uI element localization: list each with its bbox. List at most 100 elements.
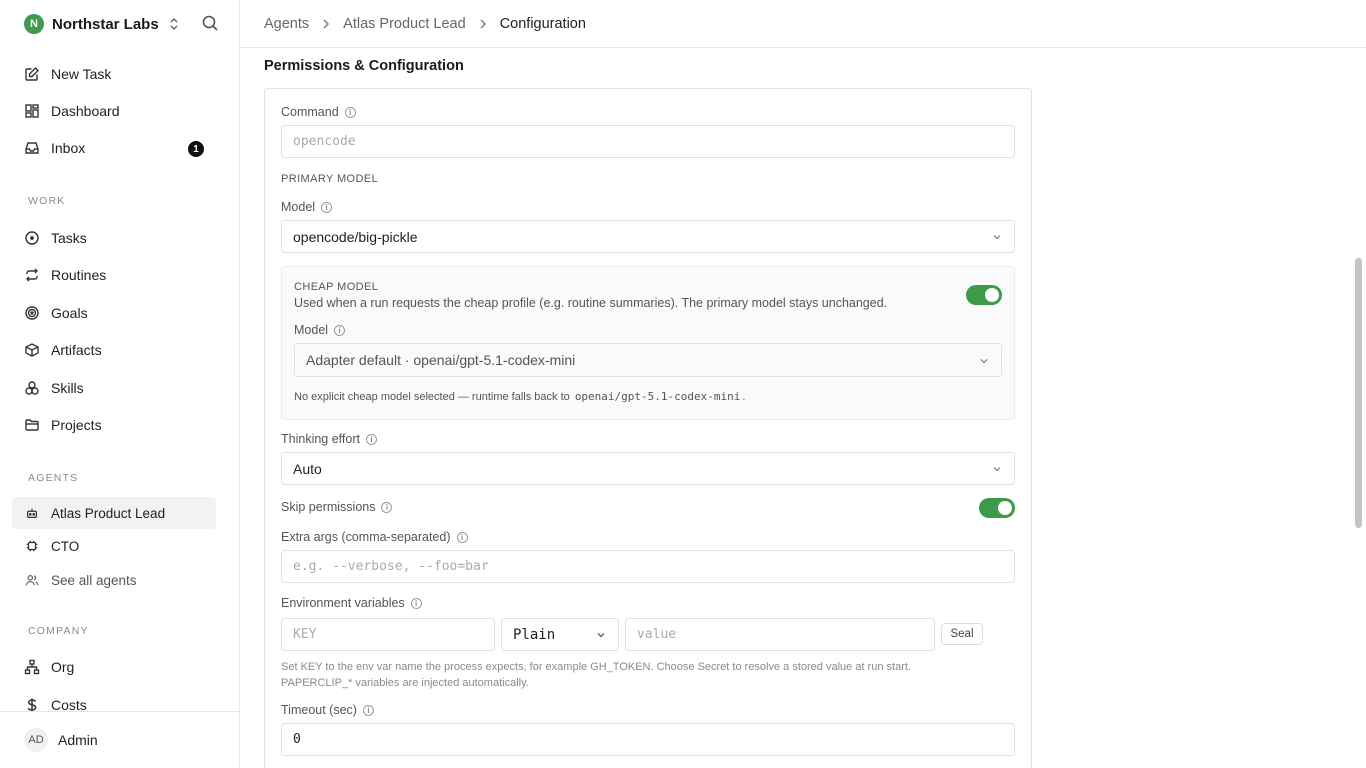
- extra-args-input[interactable]: e.g. --verbose, --foo=bar: [281, 550, 1015, 583]
- cheap-model-select[interactable]: Adapter default · openai/gpt-5.1-codex-m…: [294, 343, 1002, 377]
- nav-agent-cto[interactable]: CTO: [12, 530, 216, 562]
- workspace-logo: N: [24, 14, 44, 34]
- chevron-right-icon: [478, 19, 488, 29]
- breadcrumb-agent[interactable]: Atlas Product Lead: [343, 16, 466, 32]
- nav-tasks[interactable]: Tasks: [12, 222, 216, 254]
- sidebar: N Northstar Labs New Task Dashboard Inbo…: [0, 0, 240, 768]
- nav-label: Atlas Product Lead: [51, 505, 166, 521]
- nav-dashboard[interactable]: Dashboard: [12, 95, 216, 127]
- circle-dot-icon: [24, 230, 40, 246]
- chevrons-up-down-icon: [168, 17, 180, 31]
- chevron-down-icon: [992, 232, 1002, 242]
- nav-see-all-agents[interactable]: See all agents: [12, 564, 216, 596]
- bot-icon: [24, 505, 40, 521]
- seal-button[interactable]: Seal: [941, 623, 983, 645]
- model-select[interactable]: opencode/big-pickle: [281, 220, 1015, 253]
- env-vars-label-text: Environment variables: [281, 596, 405, 610]
- breadcrumb-current: Configuration: [499, 15, 586, 32]
- thinking-effort-label-text: Thinking effort: [281, 432, 360, 446]
- env-vars-label: Environment variables i: [281, 596, 422, 610]
- model-label-text: Model: [281, 200, 316, 214]
- timeout-label-text: Timeout (sec): [281, 703, 357, 717]
- info-icon[interactable]: i: [365, 433, 377, 445]
- nav-label: Dashboard: [51, 103, 120, 119]
- chevron-down-icon: [596, 630, 606, 640]
- chevron-right-icon: [321, 19, 331, 29]
- timeout-input[interactable]: 0: [281, 723, 1015, 756]
- inbox-icon: [24, 140, 40, 156]
- command-input[interactable]: opencode: [281, 125, 1015, 158]
- nav-projects[interactable]: Projects: [12, 409, 216, 441]
- nav-label: See all agents: [51, 572, 137, 588]
- edit-icon: [24, 66, 40, 82]
- thinking-effort-select[interactable]: Auto: [281, 452, 1015, 485]
- nav-label: Tasks: [51, 230, 87, 246]
- command-label: Command i: [281, 105, 356, 119]
- nav-artifacts[interactable]: Artifacts: [12, 334, 216, 366]
- skip-permissions-label: Skip permissions i: [281, 500, 393, 514]
- inbox-count-badge: 1: [188, 141, 204, 157]
- nav-label: Artifacts: [51, 342, 102, 358]
- cheap-note-suffix: .: [742, 390, 746, 403]
- info-icon[interactable]: i: [321, 201, 333, 213]
- env-value-input[interactable]: value: [625, 618, 935, 651]
- breadcrumb: Agents Atlas Product Lead Configuration: [240, 0, 1366, 48]
- user-menu[interactable]: AD Admin: [0, 711, 239, 768]
- timeout-label: Timeout (sec) i: [281, 703, 374, 717]
- chevron-down-icon: [979, 356, 989, 366]
- search-icon[interactable]: [201, 14, 219, 32]
- info-icon[interactable]: i: [381, 501, 393, 513]
- org-chart-icon: [24, 659, 40, 675]
- cheap-model-toggle[interactable]: [966, 285, 1002, 305]
- cheap-model-description: Used when a run requests the cheap profi…: [294, 296, 888, 310]
- nav-new-task[interactable]: New Task: [12, 58, 216, 90]
- scrollbar[interactable]: [1350, 48, 1366, 768]
- info-icon[interactable]: i: [344, 106, 356, 118]
- nav-agent-atlas-product-lead[interactable]: Atlas Product Lead: [12, 497, 216, 529]
- info-icon[interactable]: i: [410, 597, 422, 609]
- env-key-input[interactable]: KEY: [281, 618, 495, 651]
- nav-label: Routines: [51, 267, 107, 283]
- nav-inbox[interactable]: Inbox 1: [12, 132, 216, 164]
- repeat-icon: [24, 267, 40, 283]
- section-label-company: COMPANY: [28, 625, 89, 637]
- nav-label: Skills: [51, 380, 84, 396]
- section-label-agents: AGENTS: [28, 472, 79, 484]
- model-label: Model i: [281, 200, 333, 214]
- cheap-model-label-text: Model: [294, 323, 329, 337]
- info-icon[interactable]: i: [456, 531, 468, 543]
- command-label-text: Command: [281, 105, 339, 119]
- nav-label: Inbox: [51, 140, 86, 156]
- model-select-value: opencode/big-pickle: [293, 228, 418, 245]
- breadcrumb-agents[interactable]: Agents: [264, 16, 309, 32]
- skip-permissions-toggle[interactable]: [979, 498, 1015, 518]
- boxes-icon: [24, 380, 40, 396]
- nav-routines[interactable]: Routines: [12, 259, 216, 291]
- thinking-effort-value: Auto: [293, 460, 322, 477]
- info-icon[interactable]: i: [362, 704, 374, 716]
- cheap-note-text: No explicit cheap model selected — runti…: [294, 390, 570, 403]
- nav-label: Org: [51, 659, 75, 675]
- nav-label: Projects: [51, 417, 102, 433]
- env-mode-select[interactable]: Plain: [501, 618, 619, 651]
- user-name: Admin: [58, 732, 98, 748]
- dashboard-icon: [24, 103, 40, 119]
- extra-args-label-text: Extra args (comma-separated): [281, 530, 451, 544]
- extra-args-label: Extra args (comma-separated) i: [281, 530, 468, 544]
- scrollbar-thumb[interactable]: [1355, 258, 1362, 528]
- workspace-switcher[interactable]: N Northstar Labs: [24, 13, 180, 35]
- avatar: AD: [24, 728, 48, 752]
- info-icon[interactable]: i: [334, 324, 346, 336]
- page-title: Permissions & Configuration: [264, 58, 464, 74]
- skip-permissions-label-text: Skip permissions: [281, 500, 376, 514]
- nav-label: New Task: [51, 66, 112, 82]
- users-icon: [24, 572, 40, 588]
- nav-goals[interactable]: Goals: [12, 297, 216, 329]
- section-label-work: WORK: [28, 195, 66, 207]
- nav-label: CTO: [51, 538, 80, 554]
- env-mode-value: Plain: [513, 626, 556, 643]
- thinking-effort-label: Thinking effort i: [281, 432, 377, 446]
- nav-skills[interactable]: Skills: [12, 372, 216, 404]
- target-icon: [24, 305, 40, 321]
- nav-org[interactable]: Org: [12, 651, 216, 683]
